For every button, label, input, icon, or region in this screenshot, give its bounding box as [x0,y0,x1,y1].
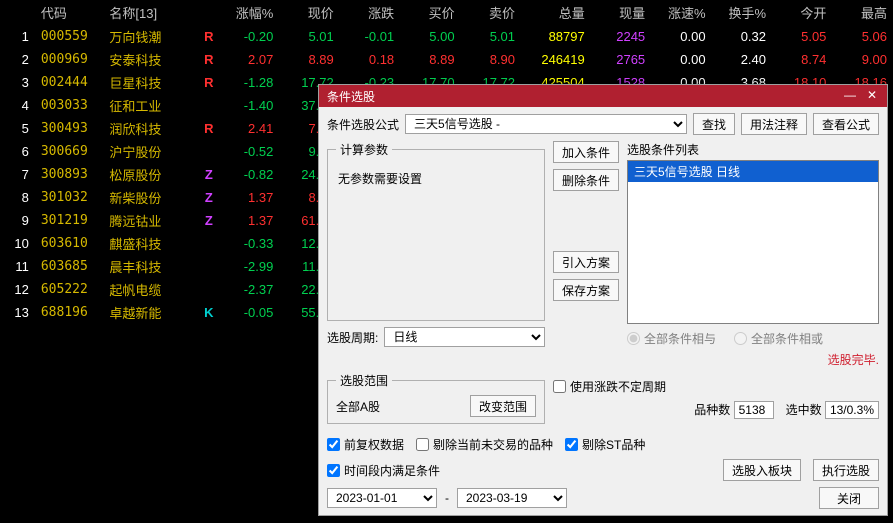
minimize-icon[interactable]: — [839,87,861,105]
col-cur[interactable]: 现量 [591,0,651,25]
selection-done-text: 选股完毕. [627,351,879,368]
col-chg[interactable]: 涨跌 [340,0,400,25]
range-legend: 选股范围 [336,372,392,389]
condition-list-item[interactable]: 三天5信号选股 日线 [628,161,878,182]
exclude-st-checkbox[interactable]: 剔除ST品种 [565,436,645,453]
selected-count: 13/0.3% [825,401,879,419]
import-scheme-button[interactable]: 引入方案 [553,251,619,273]
col-pct[interactable]: 涨幅% [221,0,279,25]
run-selection-button[interactable]: 执行选股 [813,459,879,481]
forward-adjust-checkbox[interactable]: 前复权数据 [327,436,404,453]
col-price[interactable]: 现价 [279,0,339,25]
col-flag [196,0,221,25]
col-vol[interactable]: 总量 [521,0,591,25]
dialog-body: 条件选股公式 三天5信号选股 - 查找 用法注释 查看公式 计算参数 无参数需要… [319,107,887,515]
condition-list[interactable]: 三天5信号选股 日线 [627,160,879,324]
formula-label: 条件选股公式 [327,116,399,133]
add-condition-button[interactable]: 加入条件 [553,141,619,163]
variety-count: 5138 [734,401,774,419]
params-none-text: 无参数需要设置 [336,164,536,193]
formula-select[interactable]: 三天5信号选股 - [405,114,687,134]
use-period-checkbox[interactable]: 使用涨跌不定周期 [553,378,666,395]
range-value: 全部A股 [336,398,380,415]
stock-picker-dialog: 条件选股 — ✕ 条件选股公式 三天5信号选股 - 查找 用法注释 查看公式 计… [318,84,888,516]
close-icon[interactable]: ✕ [861,87,883,105]
variety-label: 品种数 5138 [694,401,773,419]
col-code[interactable]: 代码 [35,0,104,25]
close-button[interactable]: 关闭 [819,487,879,509]
change-range-button[interactable]: 改变范围 [470,395,536,417]
col-ask[interactable]: 卖价 [461,0,521,25]
date-to-select[interactable]: 2023-03-19 [457,488,567,508]
col-name[interactable]: 名称[13] [103,0,196,25]
table-row[interactable]: 1000559万向钱潮R-0.205.01-0.015.005.01887972… [0,25,893,48]
dialog-title: 条件选股 [327,88,839,105]
table-header-row: 代码 名称[13] 涨幅% 现价 涨跌 买价 卖价 总量 现量 涨速% 换手% … [0,0,893,25]
usage-button[interactable]: 用法注释 [741,113,807,135]
radio-or[interactable]: 全部条件相或 [734,330,823,347]
col-high[interactable]: 最高 [832,0,893,25]
view-source-button[interactable]: 查看公式 [813,113,879,135]
save-scheme-button[interactable]: 保存方案 [553,279,619,301]
find-button[interactable]: 查找 [693,113,735,135]
date-separator: - [445,491,449,505]
range-fieldset: 选股范围 全部A股 改变范围 [327,372,545,424]
exclude-no-trade-checkbox[interactable]: 剔除当前未交易的品种 [416,436,553,453]
params-fieldset: 计算参数 无参数需要设置 [327,141,545,321]
period-label: 选股周期: [327,329,378,346]
params-legend: 计算参数 [336,141,392,158]
col-open[interactable]: 今开 [772,0,832,25]
time-range-checkbox[interactable]: 时间段内满足条件 [327,462,440,479]
col-turn[interactable]: 换手% [712,0,772,25]
delete-condition-button[interactable]: 删除条件 [553,169,619,191]
date-from-select[interactable]: 2023-01-01 [327,488,437,508]
dialog-titlebar[interactable]: 条件选股 — ✕ [319,85,887,107]
table-row[interactable]: 2000969安泰科技R2.078.890.188.898.9024641927… [0,48,893,71]
selected-label: 选中数 13/0.3% [786,401,879,419]
col-speed[interactable]: 涨速% [651,0,711,25]
condition-list-label: 选股条件列表 [627,143,699,157]
col-idx[interactable] [0,0,35,25]
col-bid[interactable]: 买价 [400,0,460,25]
radio-and[interactable]: 全部条件相与 [627,330,716,347]
add-to-block-button[interactable]: 选股入板块 [723,459,801,481]
period-select[interactable]: 日线 [384,327,545,347]
